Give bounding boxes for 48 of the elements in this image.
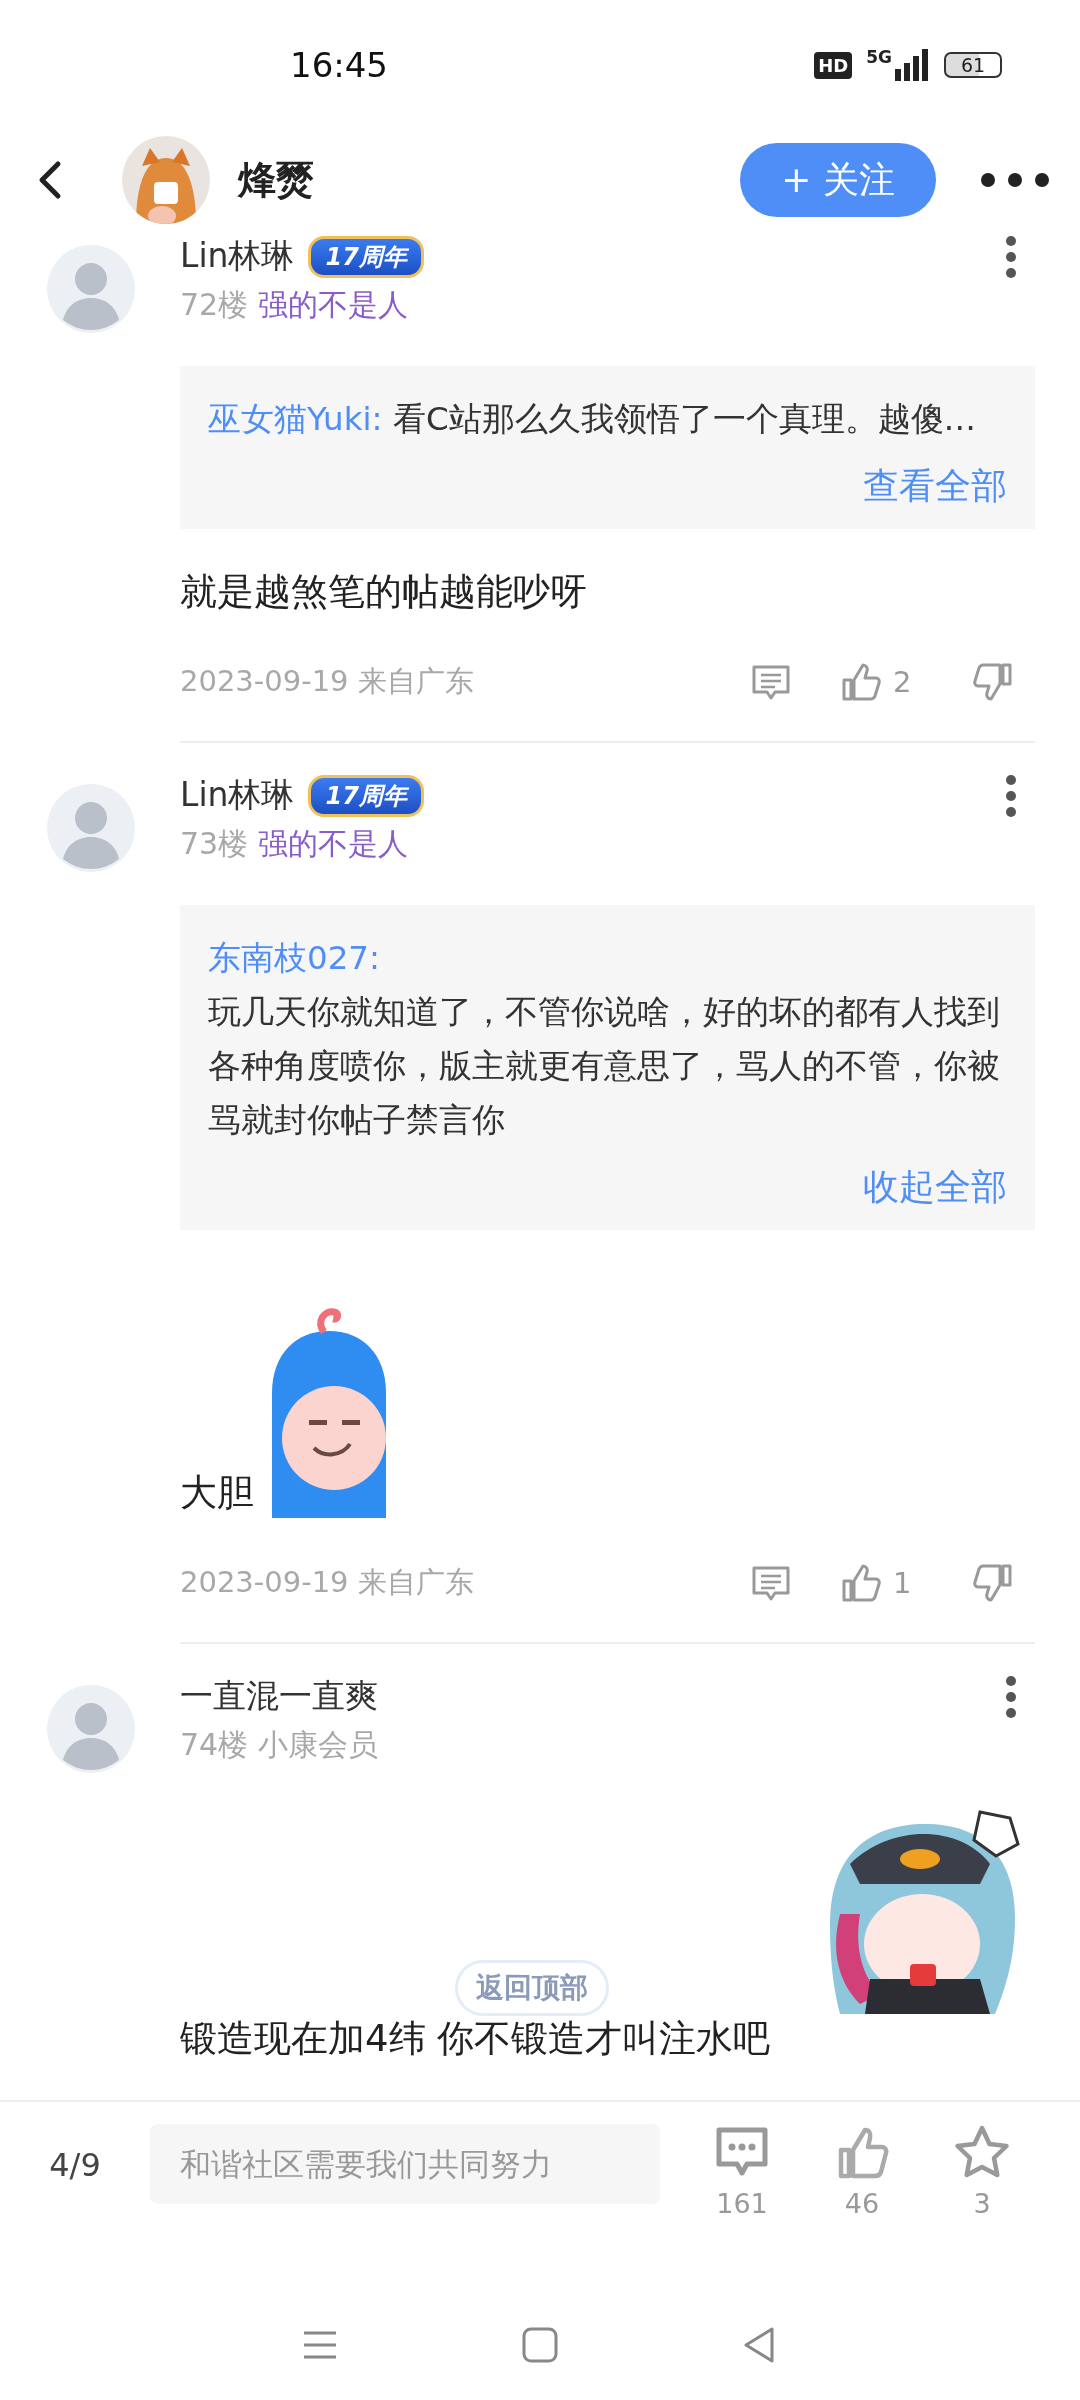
avatar-icon[interactable] <box>46 1684 136 1774</box>
anniversary-badge: 17周年 <box>308 235 424 278</box>
user-title: 小康会员 <box>258 1726 379 1764</box>
avatar-icon[interactable] <box>46 783 136 873</box>
more-options-icon[interactable] <box>980 172 1050 188</box>
status-time: 16:45 <box>290 45 388 85</box>
page-indicator: 4/9 <box>48 2146 102 2184</box>
quoted-user[interactable]: 东南枝027: <box>208 931 1007 985</box>
more-options-icon[interactable] <box>1005 234 1017 279</box>
battery-level: 61 <box>944 52 1002 78</box>
thumbs-up-icon[interactable] <box>841 662 881 702</box>
user-title: 强的不是人 <box>258 286 409 324</box>
like-count: 2 <box>893 665 913 699</box>
post-date: 2023-09-19 来自广东 <box>180 663 474 700</box>
more-options-icon[interactable] <box>1005 1674 1017 1719</box>
back-to-top-tooltip[interactable]: 返回顶部 <box>455 1960 609 2016</box>
comment-text: 锻造现在加4纬 你不锻造才叫注水吧 <box>180 2016 771 2062</box>
user-title: 强的不是人 <box>258 825 409 863</box>
anniversary-badge: 17周年 <box>308 774 424 817</box>
hd-indicator: HD <box>814 51 853 79</box>
like-count: 1 <box>893 1566 913 1600</box>
thumbs-down-icon[interactable] <box>973 1563 1013 1603</box>
like-action-button[interactable]: 46 <box>802 2124 922 2219</box>
reply-input-field[interactable]: 和谐社区需要我们共同努力 <box>150 2124 660 2204</box>
more-options-icon[interactable] <box>1005 773 1017 818</box>
avatar-icon[interactable] <box>46 244 136 334</box>
signal-icon <box>894 49 930 81</box>
expand-toggle-link[interactable]: 查看全部 <box>863 462 1007 511</box>
quoted-text: 看C站那么久我领悟了一个真理。越傻… <box>392 400 977 438</box>
author-name[interactable]: 一直混一直爽 <box>180 1674 378 1719</box>
comment-text: 大胆 <box>180 1470 254 1516</box>
star-action-button[interactable]: 3 <box>922 2124 1042 2219</box>
thread-author: 烽燹 <box>238 156 314 204</box>
thumbs-down-icon[interactable] <box>973 662 1013 702</box>
quoted-text: 玩几天你就知道了，不管你说啥，好的坏的都有人找到各种角度喷你，版主就更有意思了，骂人的不管，你被骂就封你帖子禁言你 <box>208 992 1001 1141</box>
floor-number: 74楼 <box>180 1726 249 1764</box>
network-type: 5G <box>866 49 892 66</box>
expand-toggle-link[interactable]: 收起全部 <box>863 1163 1007 1212</box>
post-date: 2023-09-19 来自广东 <box>180 1564 474 1601</box>
follow-button[interactable]: + 关注 <box>740 143 936 217</box>
author-name[interactable]: Lin林琳 <box>180 773 295 818</box>
author-name[interactable]: Lin林琳 <box>180 234 295 279</box>
comment-text: 就是越煞笔的帖越能吵呀 <box>180 569 587 615</box>
thumbs-up-icon[interactable] <box>841 1563 881 1603</box>
quoted-user[interactable]: 巫女猫Yuki: <box>208 400 383 438</box>
floor-number: 72楼 <box>180 286 249 324</box>
comment-action-button[interactable]: 161 <box>682 2124 802 2219</box>
floor-number: 73楼 <box>180 825 249 863</box>
